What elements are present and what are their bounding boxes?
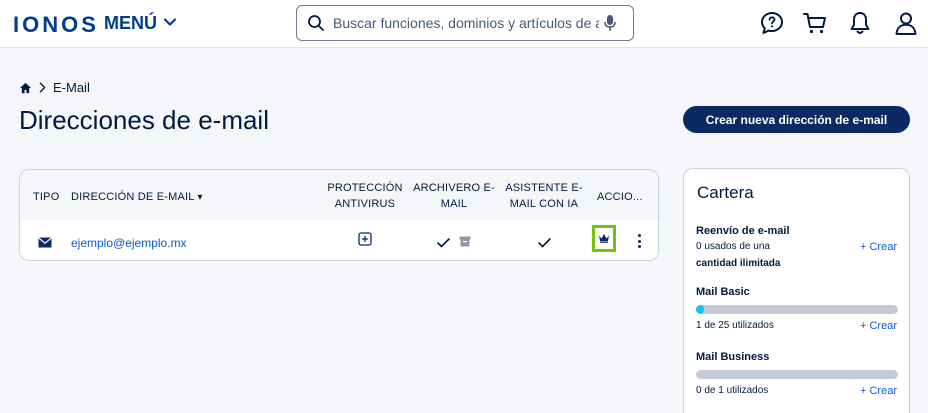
column-header-proteccion-antivirus: PROTECCIÓN ANTIVIRUS — [320, 180, 410, 212]
cartera-item-mail-basic-usage: 1 de 25 utilizados — [696, 320, 774, 331]
cartera-item-mail-business-usage: 0 de 1 utilizados — [696, 385, 769, 396]
user-icon[interactable] — [893, 10, 919, 36]
sort-indicator-icon: ▾ — [197, 192, 203, 203]
search-input[interactable] — [333, 15, 599, 31]
cartera-panel: Cartera Reenvío de e-mail 0 usados de un… — [683, 168, 910, 413]
table-header: TIPO DIRECCIÓN DE E-MAIL ▾ PROTECCIÓN AN… — [20, 170, 658, 220]
breadcrumb: E-Mail — [19, 80, 90, 95]
create-forwarding-link[interactable]: + Crear — [860, 241, 897, 253]
chevron-right-icon — [39, 82, 46, 93]
archive-box-icon[interactable] — [459, 234, 471, 252]
create-mail-basic-link[interactable]: + Crear — [860, 320, 897, 332]
email-address-link[interactable]: ejemplo@ejemplo.mx — [71, 236, 187, 250]
cartera-item-mail-basic-title: Mail Basic — [696, 286, 750, 298]
top-navigation-bar: IONOS MENÚ — [0, 0, 928, 48]
column-header-asistente-line2: MAIL CON IA — [509, 198, 579, 210]
email-addresses-table: TIPO DIRECCIÓN DE E-MAIL ▾ PROTECCIÓN AN… — [19, 169, 659, 261]
menu-label: MENÚ — [104, 13, 157, 33]
column-header-asistente-line1: ASISTENTE E- — [505, 182, 583, 194]
cartera-item-reenvio-usage-line2: cantidad ilimitada — [696, 258, 781, 269]
cart-icon[interactable] — [802, 10, 828, 36]
mail-basic-usage-fill — [696, 305, 705, 314]
cartera-title: Cartera — [697, 183, 754, 202]
column-header-direccion[interactable]: DIRECCIÓN DE E-MAIL ▾ — [71, 189, 203, 206]
mail-basic-usage-bar — [696, 305, 898, 314]
column-header-direccion-label: DIRECCIÓN DE E-MAIL — [71, 191, 195, 203]
table-row[interactable]: ejemplo@ejemplo.mx — [20, 220, 658, 260]
check-icon — [538, 235, 551, 253]
chevron-down-icon — [163, 13, 177, 34]
search-bar[interactable] — [296, 5, 634, 41]
cartera-item-mail-business-title: Mail Business — [696, 351, 770, 363]
help-icon[interactable] — [759, 10, 785, 36]
mail-business-usage-bar — [696, 370, 898, 379]
add-square-icon[interactable] — [358, 232, 372, 251]
column-header-acciones: ACCIO... — [597, 191, 643, 203]
cartera-item-reenvio-title: Reenvío de e-mail — [696, 225, 790, 237]
column-header-asistente-ia: ASISTENTE E- MAIL CON IA — [501, 180, 587, 212]
column-header-archivero-email: ARCHIVERO E- MAIL — [410, 180, 498, 212]
envelope-icon — [38, 235, 52, 253]
microphone-icon[interactable] — [603, 14, 617, 32]
crown-icon — [598, 230, 610, 248]
column-header-tipo: TIPO — [33, 191, 60, 203]
check-icon — [437, 235, 450, 253]
breadcrumb-current[interactable]: E-Mail — [53, 80, 90, 95]
home-icon[interactable] — [19, 82, 32, 94]
page-title: Direcciones de e-mail — [19, 105, 269, 135]
ionos-logo[interactable]: IONOS — [13, 12, 99, 38]
bell-icon[interactable] — [847, 10, 873, 36]
column-header-archivero-line2: MAIL — [440, 198, 468, 210]
search-icon — [307, 14, 325, 32]
create-email-address-button[interactable]: Crear nueva dirección de e-mail — [683, 106, 910, 133]
cartera-item-reenvio-usage: 0 usados de una — [696, 241, 770, 252]
column-header-proteccion-line1: PROTECCIÓN — [327, 182, 403, 194]
upgrade-crown-button[interactable] — [592, 225, 616, 252]
create-mail-business-link[interactable]: + Crear — [860, 385, 897, 397]
main-menu-button[interactable]: MENÚ — [104, 13, 177, 34]
column-header-proteccion-line2: ANTIVIRUS — [334, 198, 396, 210]
column-header-archivero-line1: ARCHIVERO E- — [413, 182, 495, 194]
more-vertical-icon[interactable] — [634, 232, 644, 250]
